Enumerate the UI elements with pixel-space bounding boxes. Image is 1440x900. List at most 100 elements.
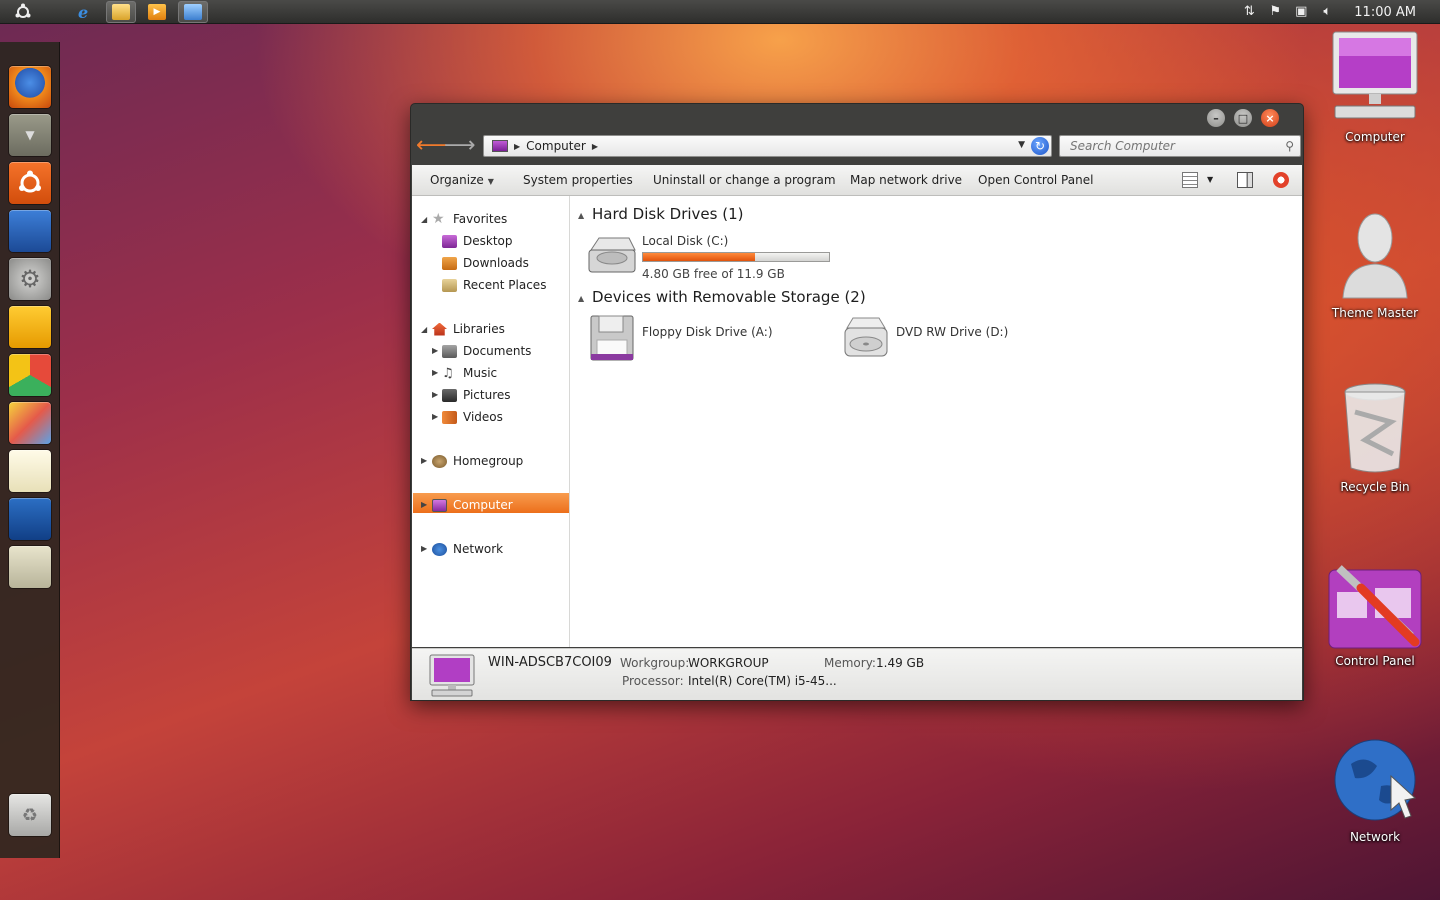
expand-arrow-icon[interactable]: ▶	[432, 412, 438, 421]
expand-triangle-icon[interactable]: ◢	[421, 325, 427, 334]
nav-pictures-label: Pictures	[463, 388, 511, 402]
search-box[interactable]: ⚲	[1059, 135, 1301, 157]
navigation-bar: ⟵ ⟶ ▶ Computer ▶ ▼ ↻ ⚲	[411, 132, 1303, 162]
display-icon[interactable]: ▣	[1293, 5, 1309, 19]
chevron-right-icon[interactable]: ▶	[592, 142, 598, 151]
view-options-icon[interactable]	[1182, 172, 1198, 188]
nav-item-favorites[interactable]: ★ Favorites	[432, 209, 507, 229]
nav-item-downloads[interactable]: Downloads	[442, 253, 529, 273]
desktop-icon-network[interactable]: Network	[1320, 736, 1430, 856]
chevron-down-icon: ▼	[487, 177, 494, 186]
firefox-icon[interactable]	[9, 66, 51, 108]
dropdown-icon[interactable]: ▼	[9, 114, 51, 156]
help-icon[interactable]	[1273, 172, 1289, 188]
calculator-icon[interactable]	[9, 546, 51, 588]
videos-icon	[442, 410, 457, 424]
media-player-icon[interactable]: ▶	[142, 1, 172, 23]
flag-icon[interactable]: ⚑	[1267, 5, 1283, 19]
forward-arrow-icon[interactable]: ⟶	[444, 134, 476, 158]
chevron-down-icon[interactable]: ▼	[1207, 175, 1213, 184]
clock[interactable]: 11:00 AM	[1354, 5, 1416, 20]
control-panel-icon	[1328, 565, 1422, 649]
floppy-drive-item[interactable]: Floppy Disk Drive (A:)	[585, 314, 815, 364]
nav-item-network[interactable]: Network	[432, 539, 503, 559]
titlebar[interactable]: – □ ×	[411, 104, 1303, 130]
map-network-drive-button[interactable]: Map network drive	[850, 173, 962, 187]
main-pane: ▲ Hard Disk Drives (1) Local Disk (C:) 4…	[571, 196, 1302, 647]
computer-icon	[432, 498, 447, 512]
collapse-triangle-icon[interactable]: ▲	[578, 294, 584, 303]
disk-usage-fill	[643, 253, 755, 261]
nav-item-pictures[interactable]: Pictures	[442, 385, 511, 405]
organize-button[interactable]: Organize ▼	[430, 173, 494, 187]
expand-arrow-icon[interactable]: ▶	[432, 368, 438, 377]
volume-icon[interactable]: 🔈︎	[1319, 5, 1335, 19]
command-bar: Organize ▼ System properties Uninstall or…	[412, 165, 1302, 196]
trash-icon[interactable]: ♻	[9, 794, 51, 836]
paint-icon[interactable]	[9, 402, 51, 444]
internet-explorer-icon[interactable]: e	[70, 1, 100, 23]
presentation-icon[interactable]	[9, 210, 51, 252]
expand-triangle-icon[interactable]: ◢	[421, 215, 427, 224]
nav-item-libraries[interactable]: Libraries	[432, 319, 505, 339]
network-activity-icon[interactable]: ⇅	[1241, 5, 1257, 19]
computer-icon	[429, 654, 475, 697]
people-icon[interactable]	[9, 306, 51, 348]
notepad-icon[interactable]	[9, 450, 51, 492]
nav-desktop-label: Desktop	[463, 234, 513, 248]
expand-arrow-icon[interactable]: ▶	[421, 456, 427, 465]
desktop-icon-recycle-bin[interactable]: Recycle Bin	[1320, 382, 1430, 502]
dvd-drive-item[interactable]: DVD RW Drive (D:)	[839, 314, 1069, 364]
open-control-panel-button[interactable]: Open Control Panel	[978, 173, 1093, 187]
nav-item-videos[interactable]: Videos	[442, 407, 503, 427]
desktop-icon-theme-master[interactable]: Theme Master	[1320, 208, 1430, 328]
desktop-label-network: Network	[1349, 830, 1401, 844]
breadcrumb-computer[interactable]: Computer	[526, 139, 586, 153]
music-note-icon: ♫	[442, 365, 454, 381]
expand-arrow-icon[interactable]: ▶	[421, 544, 427, 553]
control-panel-icon[interactable]	[178, 0, 208, 23]
desktop-icon-control-panel[interactable]: Control Panel	[1320, 562, 1430, 682]
uninstall-program-button[interactable]: Uninstall or change a program	[653, 173, 836, 187]
settings-icon[interactable]: ⚙	[9, 258, 51, 300]
nav-item-computer[interactable]: Computer	[432, 495, 513, 515]
chevron-right-icon[interactable]: ▶	[514, 142, 520, 151]
address-bar[interactable]: ▶ Computer ▶ ▼ ↻	[483, 135, 1052, 157]
search-icon[interactable]: ⚲	[1285, 139, 1294, 153]
local-disk-free-space: 4.80 GB free of 11.9 GB	[642, 267, 785, 281]
ubuntu-menu-icon[interactable]	[8, 1, 38, 23]
expand-arrow-icon[interactable]: ▶	[432, 390, 438, 399]
nav-item-recent-places[interactable]: Recent Places	[442, 275, 546, 295]
refresh-icon[interactable]: ↻	[1031, 137, 1049, 155]
nav-item-documents[interactable]: Documents	[442, 341, 531, 361]
workgroup-value: WORKGROUP	[688, 656, 769, 670]
nav-favorites-label: Favorites	[453, 212, 508, 226]
hard-disk-icon	[588, 237, 636, 273]
chevron-down-icon[interactable]: ▼	[1018, 140, 1025, 150]
removable-storage-header[interactable]: Devices with Removable Storage (2)	[592, 288, 866, 306]
nav-item-music[interactable]: ♫ Music	[442, 363, 497, 383]
expand-arrow-icon[interactable]: ▶	[432, 346, 438, 355]
collapse-triangle-icon[interactable]: ▲	[578, 211, 584, 220]
chrome-icon[interactable]	[9, 354, 51, 396]
back-arrow-icon[interactable]: ⟵	[416, 134, 448, 158]
search-input[interactable]	[1060, 136, 1275, 156]
homegroup-icon	[432, 454, 447, 468]
launcher: ▼ ⚙ ♻	[0, 42, 60, 858]
office-icon[interactable]	[9, 498, 51, 540]
expand-arrow-icon[interactable]: ▶	[421, 500, 427, 509]
nav-item-desktop[interactable]: Desktop	[442, 231, 513, 251]
maximize-button[interactable]: □	[1234, 109, 1252, 127]
downloads-folder-icon	[442, 256, 457, 270]
desktop-icon-computer[interactable]: Computer	[1320, 30, 1430, 150]
ubuntu-logo-icon[interactable]	[9, 162, 51, 204]
hard-disk-drives-header[interactable]: Hard Disk Drives (1)	[592, 205, 743, 223]
system-properties-button[interactable]: System properties	[523, 173, 633, 187]
nav-libraries-label: Libraries	[453, 322, 505, 336]
close-button[interactable]: ×	[1261, 109, 1279, 127]
local-disk-item[interactable]: Local Disk (C:) 4.80 GB free of 11.9 GB	[585, 232, 845, 282]
minimize-button[interactable]: –	[1207, 109, 1225, 127]
preview-pane-icon[interactable]	[1237, 172, 1253, 188]
nav-item-homegroup[interactable]: Homegroup	[432, 451, 523, 471]
file-explorer-icon[interactable]	[106, 0, 136, 23]
